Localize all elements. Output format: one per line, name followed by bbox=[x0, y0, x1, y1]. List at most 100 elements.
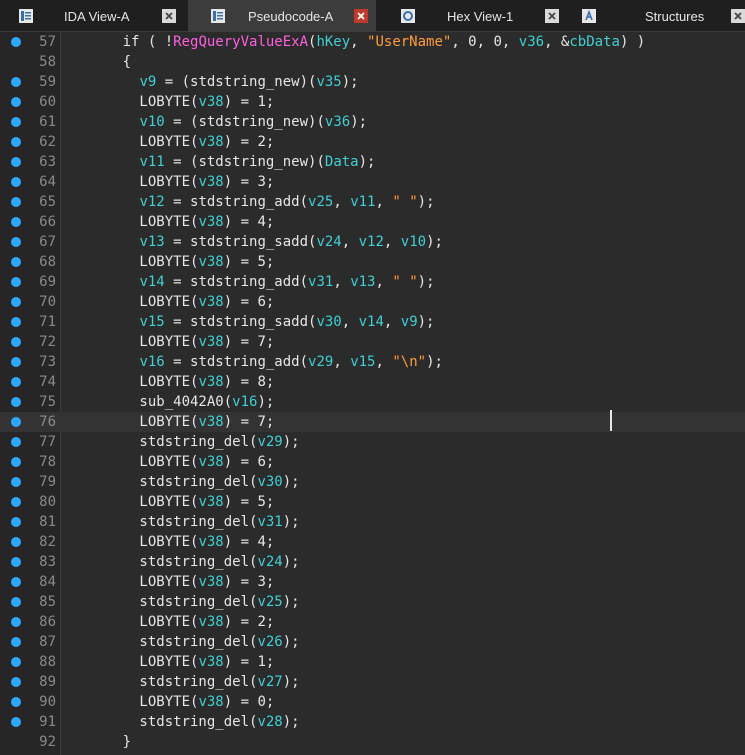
code-line[interactable]: 80 LOBYTE(v38) = 5; bbox=[0, 492, 745, 512]
string-token[interactable]: "UserName" bbox=[367, 34, 451, 50]
variable-token[interactable]: v31 bbox=[257, 514, 282, 530]
breakpoint-dot-icon[interactable] bbox=[11, 557, 21, 567]
code-line[interactable]: 91 stdstring_del(v28); bbox=[0, 712, 745, 732]
variable-token[interactable]: v38 bbox=[198, 294, 223, 310]
variable-token[interactable]: v25 bbox=[257, 594, 282, 610]
code-line[interactable]: 76 LOBYTE(v38) = 7; bbox=[0, 412, 745, 432]
variable-token[interactable]: v36 bbox=[519, 34, 544, 50]
breakpoint-dot-icon[interactable] bbox=[11, 277, 21, 287]
code-line[interactable]: 90 LOBYTE(v38) = 0; bbox=[0, 692, 745, 712]
variable-token[interactable]: v27 bbox=[257, 674, 282, 690]
code-line[interactable]: 86 LOBYTE(v38) = 2; bbox=[0, 612, 745, 632]
breakpoint-dot-icon[interactable] bbox=[11, 197, 21, 207]
code-line[interactable]: 70 LOBYTE(v38) = 6; bbox=[0, 292, 745, 312]
code-line[interactable]: 69 v14 = stdstring_add(v31, v13, " "); bbox=[0, 272, 745, 292]
variable-token[interactable]: v11 bbox=[139, 154, 164, 170]
breakpoint-dot-icon[interactable] bbox=[11, 237, 21, 247]
breakpoint-dot-icon[interactable] bbox=[11, 37, 21, 47]
string-token[interactable]: " " bbox=[392, 194, 417, 210]
variable-token[interactable]: v14 bbox=[139, 274, 164, 290]
variable-token[interactable]: v38 bbox=[198, 534, 223, 550]
code-line[interactable]: 62 LOBYTE(v38) = 2; bbox=[0, 132, 745, 152]
tab-hex-view[interactable]: Hex View-1 bbox=[376, 0, 571, 32]
function-token[interactable]: RegQueryValueExA bbox=[173, 34, 308, 50]
tab-ida-view[interactable]: IDA View-A bbox=[0, 0, 188, 32]
breakpoint-dot-icon[interactable] bbox=[11, 657, 21, 667]
code-line[interactable]: 83 stdstring_del(v24); bbox=[0, 552, 745, 572]
breakpoint-dot-icon[interactable] bbox=[11, 177, 21, 187]
breakpoint-dot-icon[interactable] bbox=[11, 577, 21, 587]
variable-token[interactable]: v11 bbox=[350, 194, 375, 210]
code-line[interactable]: 79 stdstring_del(v30); bbox=[0, 472, 745, 492]
code-line[interactable]: 82 LOBYTE(v38) = 4; bbox=[0, 532, 745, 552]
tab-pseudocode[interactable]: Pseudocode-A bbox=[188, 0, 376, 32]
variable-token[interactable]: v28 bbox=[257, 714, 282, 730]
variable-token[interactable]: v16 bbox=[232, 394, 257, 410]
variable-token[interactable]: v13 bbox=[350, 274, 375, 290]
variable-token[interactable]: v38 bbox=[198, 614, 223, 630]
tab-structures[interactable]: Structures bbox=[571, 0, 745, 32]
close-icon[interactable] bbox=[162, 9, 176, 23]
close-icon[interactable] bbox=[731, 9, 745, 23]
breakpoint-dot-icon[interactable] bbox=[11, 97, 21, 107]
variable-token[interactable]: v10 bbox=[401, 234, 426, 250]
variable-token[interactable]: v38 bbox=[198, 654, 223, 670]
breakpoint-dot-icon[interactable] bbox=[11, 377, 21, 387]
variable-token[interactable]: v14 bbox=[359, 314, 384, 330]
code-line[interactable]: 77 stdstring_del(v29); bbox=[0, 432, 745, 452]
breakpoint-dot-icon[interactable] bbox=[11, 637, 21, 647]
breakpoint-dot-icon[interactable] bbox=[11, 317, 21, 327]
variable-token[interactable]: v31 bbox=[308, 274, 333, 290]
breakpoint-dot-icon[interactable] bbox=[11, 437, 21, 447]
variable-token[interactable]: v30 bbox=[316, 314, 341, 330]
code-line[interactable]: 78 LOBYTE(v38) = 6; bbox=[0, 452, 745, 472]
variable-token[interactable]: v38 bbox=[198, 454, 223, 470]
code-line[interactable]: 61 v10 = (stdstring_new)(v36); bbox=[0, 112, 745, 132]
breakpoint-dot-icon[interactable] bbox=[11, 617, 21, 627]
breakpoint-dot-icon[interactable] bbox=[11, 677, 21, 687]
breakpoint-dot-icon[interactable] bbox=[11, 597, 21, 607]
code-line[interactable]: 65 v12 = stdstring_add(v25, v11, " "); bbox=[0, 192, 745, 212]
code-line[interactable]: 67 v13 = stdstring_sadd(v24, v12, v10); bbox=[0, 232, 745, 252]
breakpoint-dot-icon[interactable] bbox=[11, 477, 21, 487]
code-line[interactable]: 64 LOBYTE(v38) = 3; bbox=[0, 172, 745, 192]
variable-token[interactable]: Data bbox=[325, 154, 359, 170]
variable-token[interactable]: v38 bbox=[198, 374, 223, 390]
variable-token[interactable]: v29 bbox=[257, 434, 282, 450]
variable-token[interactable]: v36 bbox=[325, 114, 350, 130]
code-line[interactable]: 74 LOBYTE(v38) = 8; bbox=[0, 372, 745, 392]
code-line[interactable]: 89 stdstring_del(v27); bbox=[0, 672, 745, 692]
breakpoint-dot-icon[interactable] bbox=[11, 697, 21, 707]
variable-token[interactable]: v15 bbox=[350, 354, 375, 370]
variable-token[interactable]: v24 bbox=[316, 234, 341, 250]
code-line[interactable]: 72 LOBYTE(v38) = 7; bbox=[0, 332, 745, 352]
breakpoint-dot-icon[interactable] bbox=[11, 337, 21, 347]
variable-token[interactable]: v38 bbox=[198, 414, 223, 430]
variable-token[interactable]: v29 bbox=[308, 354, 333, 370]
string-token[interactable]: "\n" bbox=[392, 354, 426, 370]
code-line[interactable]: 75 sub_4042A0(v16); bbox=[0, 392, 745, 412]
string-token[interactable]: " " bbox=[392, 274, 417, 290]
close-icon[interactable] bbox=[354, 9, 368, 23]
code-line[interactable]: 58 { bbox=[0, 52, 745, 72]
breakpoint-dot-icon[interactable] bbox=[11, 457, 21, 467]
breakpoint-dot-icon[interactable] bbox=[11, 717, 21, 727]
breakpoint-dot-icon[interactable] bbox=[11, 497, 21, 507]
breakpoint-dot-icon[interactable] bbox=[11, 137, 21, 147]
variable-token[interactable]: cbData bbox=[569, 34, 620, 50]
code-line[interactable]: 92 } bbox=[0, 732, 745, 752]
breakpoint-dot-icon[interactable] bbox=[11, 77, 21, 87]
variable-token[interactable]: v12 bbox=[139, 194, 164, 210]
breakpoint-dot-icon[interactable] bbox=[11, 217, 21, 227]
code-line[interactable]: 63 v11 = (stdstring_new)(Data); bbox=[0, 152, 745, 172]
variable-token[interactable]: hKey bbox=[316, 34, 350, 50]
variable-token[interactable]: v9 bbox=[401, 314, 418, 330]
variable-token[interactable]: v38 bbox=[198, 174, 223, 190]
variable-token[interactable]: v38 bbox=[198, 214, 223, 230]
breakpoint-dot-icon[interactable] bbox=[11, 397, 21, 407]
breakpoint-dot-icon[interactable] bbox=[11, 417, 21, 427]
variable-token[interactable]: v12 bbox=[359, 234, 384, 250]
code-line[interactable]: 85 stdstring_del(v25); bbox=[0, 592, 745, 612]
variable-token[interactable]: v10 bbox=[139, 114, 164, 130]
code-line[interactable]: 71 v15 = stdstring_sadd(v30, v14, v9); bbox=[0, 312, 745, 332]
